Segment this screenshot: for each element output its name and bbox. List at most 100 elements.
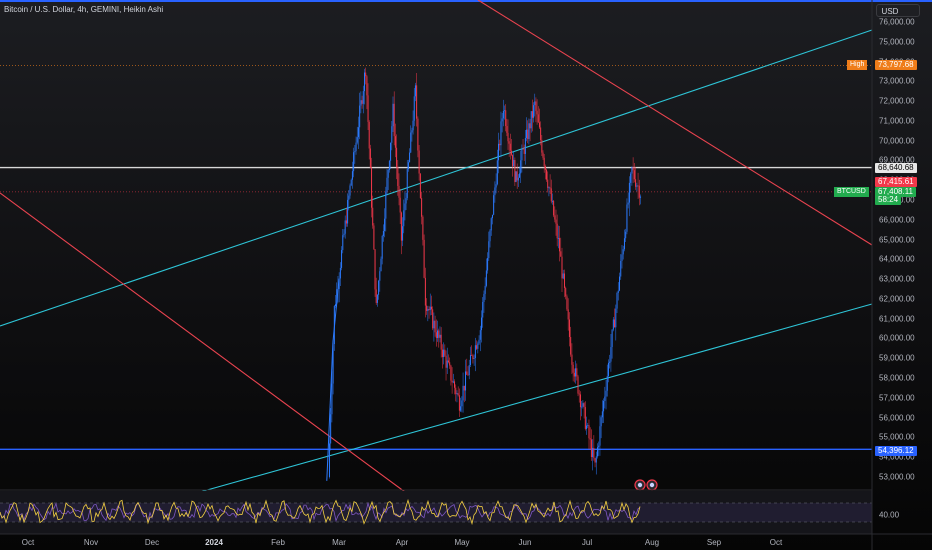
- candle-body-down: [373, 225, 375, 250]
- candle-body-up: [390, 142, 392, 161]
- candle-body-up: [487, 258, 489, 271]
- candle-body-down: [368, 121, 370, 149]
- high-label: High: [847, 60, 868, 70]
- candle-body-up: [357, 127, 359, 138]
- date-tick: Sep: [706, 538, 722, 547]
- candle-body-up: [461, 400, 463, 407]
- candle-body-up: [501, 118, 503, 122]
- candle-body-down: [367, 95, 369, 122]
- candle-body-up: [627, 202, 629, 205]
- candle-body-down: [417, 118, 419, 151]
- candle-body-down: [565, 287, 567, 297]
- candle-body-up: [534, 101, 536, 106]
- candle-body-up: [388, 160, 390, 171]
- currency-button[interactable]: USD: [876, 4, 920, 17]
- candle-body-up: [410, 132, 412, 153]
- candle-body-down: [508, 141, 510, 144]
- candle-body-down: [638, 185, 640, 198]
- date-tick: Jun: [518, 538, 532, 547]
- candle-body-down: [435, 332, 437, 339]
- candle-body-down: [522, 148, 524, 150]
- candle-body-up: [328, 443, 330, 477]
- date-tick: Jul: [581, 538, 593, 547]
- candle-body-down: [444, 349, 446, 356]
- candle-body-down: [567, 309, 569, 320]
- time-axis[interactable]: Oct Nov Dec 2024 Feb Mar Apr May Jun Jul Aug Sep Oct: [0, 534, 872, 550]
- candle-body-up: [403, 210, 405, 227]
- candle-body-up: [617, 290, 619, 293]
- candle-body-up: [621, 254, 623, 261]
- candle-body-down: [531, 111, 533, 118]
- candle-body-down: [450, 365, 452, 381]
- candle-body-up: [344, 220, 346, 234]
- candle-body-up: [347, 199, 349, 224]
- candle-body-up: [557, 238, 559, 239]
- chart-window: Bitcoin / U.S. Dollar, 4h, GEMINI, Heiki…: [0, 0, 932, 550]
- candle-body-up: [533, 105, 535, 118]
- candle-body-down: [594, 458, 596, 463]
- candle-body-down: [563, 273, 565, 288]
- candle-body-down: [514, 160, 516, 182]
- candle-body-down: [568, 319, 570, 338]
- candle-body-down: [590, 439, 592, 458]
- candle-body-up: [469, 355, 471, 366]
- candle-body-up: [342, 235, 344, 251]
- candle-body-down: [510, 150, 512, 155]
- candle-body-up: [551, 200, 553, 202]
- candle-body-up: [484, 285, 486, 294]
- candle-body-down: [371, 167, 373, 208]
- candle-body-up: [355, 142, 357, 152]
- candle-body-down: [632, 167, 634, 171]
- candle-body-up: [526, 129, 528, 139]
- price-tick: 56,000.00: [879, 413, 915, 423]
- candle-body-down: [535, 101, 537, 111]
- date-tick: Dec: [144, 538, 160, 547]
- candle-body-up: [353, 152, 355, 172]
- candle-body-up: [616, 292, 618, 309]
- candle-body-up: [586, 425, 588, 429]
- candle-body-down: [543, 157, 545, 167]
- candle-body-up: [622, 249, 624, 255]
- candle-body-up: [483, 293, 485, 303]
- candle-body-up: [605, 390, 607, 397]
- candle-body-down: [559, 238, 561, 252]
- candle-body-up: [521, 148, 523, 161]
- symbol-title[interactable]: Bitcoin / U.S. Dollar, 4h, GEMINI, Heiki…: [4, 5, 163, 14]
- candle-body-down: [593, 447, 595, 459]
- candle-body-up: [595, 456, 597, 463]
- candle-body-up: [600, 417, 602, 427]
- candle-body-up: [362, 91, 364, 104]
- candle-body-up: [382, 230, 384, 236]
- candle-body-up: [348, 195, 350, 200]
- candle-body-up: [623, 238, 625, 250]
- candle-body-up: [452, 381, 454, 383]
- candle-body-up: [524, 138, 526, 154]
- candle-body-down: [440, 334, 442, 350]
- candle-body-up: [548, 187, 550, 189]
- price-chart[interactable]: [0, 0, 932, 550]
- candle-body-up: [474, 345, 476, 359]
- candle-body-up: [515, 171, 517, 182]
- candle-body-down: [579, 394, 581, 408]
- candle-body-down: [556, 223, 558, 239]
- candle-body-down: [397, 166, 399, 186]
- candle-body-down: [432, 309, 434, 329]
- price-tick: 59,000.00: [879, 353, 915, 363]
- candle-body-up: [339, 267, 341, 279]
- candle-body-down: [372, 207, 374, 226]
- candle-body-down: [529, 123, 531, 129]
- symbol-tag: BTCUSD: [834, 187, 869, 197]
- candle-body-down: [561, 256, 563, 279]
- candle-body-down: [576, 368, 578, 377]
- candle-body-down: [374, 249, 376, 290]
- candle-body-down: [454, 381, 456, 388]
- candle-body-down: [572, 364, 574, 373]
- candle-body-up: [606, 376, 608, 391]
- candle-body-up: [405, 198, 407, 204]
- price-tick: 60,000.00: [879, 333, 915, 343]
- candle-body-down: [394, 136, 396, 148]
- date-tick: Aug: [644, 538, 660, 547]
- price-tick: 75,000.00: [879, 37, 915, 47]
- candle-body-up: [462, 385, 464, 401]
- candle-body-up: [599, 426, 601, 446]
